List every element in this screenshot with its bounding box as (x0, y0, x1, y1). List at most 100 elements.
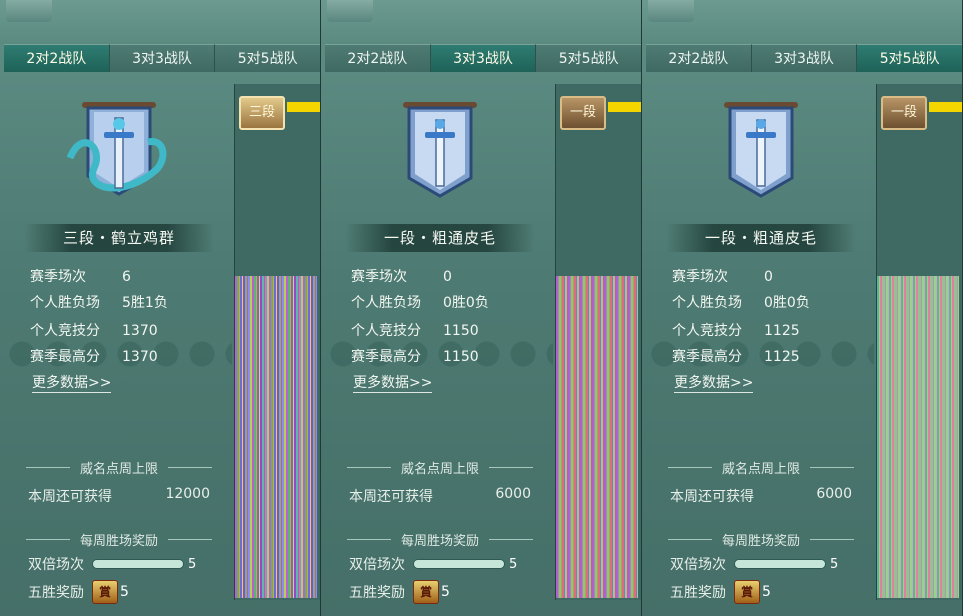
weekly-fame-row: 本周还可获得 12000 (28, 486, 210, 506)
team-panel-3v3: 2对2战队 3对3战队 5对5战队 一段・粗通皮毛 赛季场次 0 个人胜负场 0胜0… (321, 0, 642, 616)
stat-value: 0 (764, 269, 773, 285)
stat-value: 1125 (764, 323, 800, 339)
stat-row: 赛季最高分 1125 (672, 345, 872, 371)
stat-row: 个人竞技分 1125 (672, 319, 872, 345)
reward-count: 5 (120, 584, 129, 600)
more-data-link[interactable]: 更多数据>> (353, 374, 433, 393)
stat-label: 赛季最高分 (30, 349, 100, 365)
season-stats: 赛季场次 0 个人胜负场 0胜0负 个人竞技分 1150 赛季最高分 1150 (351, 265, 551, 371)
stat-row: 赛季场次 6 (30, 265, 230, 291)
tab-3v3[interactable]: 3对3战队 (109, 44, 216, 72)
tab-5v5[interactable]: 5对5战队 (536, 44, 641, 72)
double-count: 5 (830, 556, 839, 572)
weekly-reward-title: 每周胜场奖励 (347, 530, 533, 549)
five-win-label: 五胜奖励 (349, 585, 405, 601)
double-label: 双倍场次 (349, 557, 405, 573)
fame-limit-title: 威名点周上限 (26, 458, 212, 477)
season-stats: 赛季场次 6 个人胜负场 5胜1负 个人竞技分 1370 赛季最高分 1370 (30, 265, 230, 371)
tab-5v5[interactable]: 5对5战队 (215, 44, 320, 72)
double-matches-row: 双倍场次 5 (28, 554, 196, 574)
season-stats: 赛季场次 0 个人胜负场 0胜0负 个人竞技分 1125 赛季最高分 1125 (672, 265, 872, 371)
stat-label: 个人竞技分 (30, 323, 100, 339)
progress-fill (93, 560, 183, 568)
five-win-reward-row: 五胜奖励 賞 5 (28, 580, 129, 604)
stat-value: 5胜1负 (122, 295, 168, 311)
five-win-reward-row: 五胜奖励 賞 5 (670, 580, 771, 604)
stat-row: 赛季场次 0 (351, 265, 551, 291)
weekly-reward-title: 每周胜场奖励 (668, 530, 854, 549)
rank-ladder-column: 三段 (234, 84, 320, 600)
weekly-value: 12000 (165, 486, 210, 502)
reward-chest-icon[interactable]: 賞 (734, 580, 760, 604)
weekly-reward-title: 每周胜场奖励 (26, 530, 212, 549)
tab-5v5[interactable]: 5对5战队 (857, 44, 962, 72)
stat-value: 1150 (443, 323, 479, 339)
weekly-value: 6000 (816, 486, 852, 502)
corner-ornament-icon (6, 0, 52, 22)
ladder-stripes (877, 276, 959, 598)
stat-value: 0胜0负 (443, 295, 489, 311)
progress-fill (414, 560, 504, 568)
corner-ornament-icon (327, 0, 373, 22)
stat-row: 个人胜负场 0胜0负 (351, 291, 551, 317)
double-matches-row: 双倍场次 5 (670, 554, 838, 574)
tab-2v2[interactable]: 2对2战队 (325, 44, 431, 72)
rank-progress-bar (608, 102, 641, 112)
stat-value: 1370 (122, 349, 158, 365)
rank-title: 一段・粗通皮毛 (345, 224, 535, 252)
more-data-link[interactable]: 更多数据>> (674, 374, 754, 393)
sword-banner-icon (403, 102, 477, 198)
tab-2v2[interactable]: 2对2战队 (646, 44, 752, 72)
corner-ornament-icon (648, 0, 694, 22)
reward-count: 5 (762, 584, 771, 600)
stat-row: 个人胜负场 0胜0负 (672, 291, 872, 317)
stat-label: 个人胜负场 (30, 295, 100, 311)
fame-limit-title: 威名点周上限 (668, 458, 854, 477)
reward-count: 5 (441, 584, 450, 600)
double-count: 5 (188, 556, 197, 572)
panel-content: 三段・鹤立鸡群 赛季场次 6 个人胜负场 5胜1负 个人竞技分 1370 赛季最高分 1… (4, 72, 232, 616)
stat-value: 1125 (764, 349, 800, 365)
stat-label: 赛季最高分 (672, 349, 742, 365)
team-panel-5v5: 2对2战队 3对3战队 5对5战队 一段・粗通皮毛 赛季场次 0 个人胜负场 0胜0… (642, 0, 963, 616)
rank-progress-bar (287, 102, 320, 112)
weekly-value: 6000 (495, 486, 531, 502)
tab-3v3[interactable]: 3对3战队 (751, 44, 858, 72)
ladder-stripes (556, 276, 638, 598)
reward-chest-icon[interactable]: 賞 (92, 580, 118, 604)
stat-value: 0 (443, 269, 452, 285)
rank-title: 三段・鹤立鸡群 (24, 224, 214, 252)
tab-2v2[interactable]: 2对2战队 (4, 44, 110, 72)
rank-badge: 一段 (881, 96, 927, 130)
stat-value: 6 (122, 269, 131, 285)
stat-label: 赛季场次 (351, 269, 407, 285)
rank-ladder-column: 一段 (555, 84, 641, 600)
stat-value: 0胜0负 (764, 295, 810, 311)
weekly-label: 本周还可获得 (28, 489, 112, 505)
rank-progress-bar (929, 102, 962, 112)
dragon-sword-banner-icon (66, 102, 167, 196)
team-panel-2v2: 2对2战队 3对3战队 5对5战队 三段・鹤立鸡群 赛季场次 6 个人胜负场 5胜1… (0, 0, 321, 616)
more-data-link[interactable]: 更多数据>> (32, 374, 112, 393)
double-progress-bar (734, 559, 826, 569)
double-label: 双倍场次 (28, 557, 84, 573)
stat-value: 1150 (443, 349, 479, 365)
stat-label: 个人竞技分 (672, 323, 742, 339)
stat-row: 个人胜负场 5胜1负 (30, 291, 230, 317)
weekly-label: 本周还可获得 (670, 489, 754, 505)
stat-label: 个人竞技分 (351, 323, 421, 339)
tab-3v3[interactable]: 3对3战队 (430, 44, 537, 72)
stat-row: 个人竞技分 1150 (351, 319, 551, 345)
team-tabs: 2对2战队 3对3战队 5对5战队 (646, 44, 962, 72)
weekly-fame-row: 本周还可获得 6000 (349, 486, 531, 506)
weekly-fame-row: 本周还可获得 6000 (670, 486, 852, 506)
stat-value: 1370 (122, 323, 158, 339)
reward-chest-icon[interactable]: 賞 (413, 580, 439, 604)
five-win-label: 五胜奖励 (670, 585, 726, 601)
double-progress-bar (92, 559, 184, 569)
stat-row: 赛季最高分 1150 (351, 345, 551, 371)
stat-label: 赛季场次 (672, 269, 728, 285)
stat-row: 赛季场次 0 (672, 265, 872, 291)
double-matches-row: 双倍场次 5 (349, 554, 517, 574)
stat-label: 个人胜负场 (672, 295, 742, 311)
